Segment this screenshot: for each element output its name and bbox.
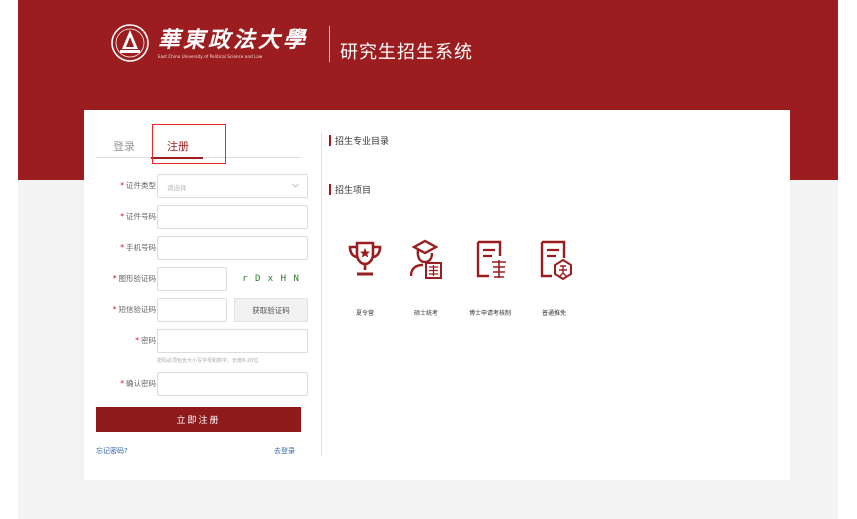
id-type-select[interactable]: 请选择 — [157, 174, 308, 198]
trophy-icon — [348, 241, 382, 276]
projects-title: 招生项目 — [335, 186, 372, 196]
master-exam-icon — [409, 239, 442, 279]
university-logo[interactable]: 華東政法大學 East China University of Politica… — [110, 18, 308, 68]
password-row: * 密码 — [96, 329, 316, 353]
chevron-down-icon — [292, 183, 299, 188]
summer-camp-item[interactable]: 夏令营 — [330, 238, 400, 317]
password-hint: 密码必须包含大小写字母和数字，长度8-20位 — [157, 358, 259, 364]
register-panel: 登录 注册 * 证件类型 请选择 * 证件号码 * 手机号码 * 图形验证码 r… — [96, 110, 316, 480]
summer-camp-label: 夏令营 — [355, 310, 374, 317]
id-number-input[interactable] — [157, 205, 308, 229]
master-exam-label: 硕士统考 — [413, 310, 438, 317]
confirm-password-input[interactable] — [157, 372, 308, 396]
master-exam-item[interactable]: 硕士统考 — [391, 238, 461, 317]
recommendation-item[interactable]: 普通推免 — [519, 238, 589, 317]
register-submit-button[interactable]: 立即注册 — [96, 407, 301, 432]
captcha-row: * 图形验证码 r D x H N — [96, 267, 316, 291]
forgot-password-link[interactable]: 忘记密码? — [96, 446, 128, 456]
panel-divider — [321, 132, 322, 456]
sms-row: * 短信验证码 获取验证码 — [96, 298, 316, 322]
main-card: 登录 注册 * 证件类型 请选择 * 证件号码 * 手机号码 * 图形验证码 r… — [84, 110, 790, 480]
university-emblem-icon — [111, 24, 149, 62]
doctoral-application-icon — [476, 240, 506, 278]
captcha-label: 图形验证码 — [118, 274, 157, 283]
get-sms-code-button[interactable]: 获取验证码 — [234, 298, 308, 322]
phone-row: * 手机号码 — [96, 236, 316, 260]
doctoral-application-label: 博士申请考核制 — [468, 310, 511, 317]
doctoral-application-item[interactable]: 博士申请考核制 — [455, 238, 525, 317]
id-type-label: 证件类型 — [126, 181, 156, 190]
university-name-en: East China University of Political Scien… — [158, 53, 263, 59]
id-number-row: * 证件号码 — [96, 205, 316, 229]
phone-input[interactable] — [157, 236, 308, 260]
header-divider — [329, 26, 330, 62]
recommendation-label: 普通推免 — [541, 310, 566, 317]
password-input[interactable] — [157, 329, 308, 353]
sms-code-input[interactable] — [157, 298, 227, 322]
catalog-title: 招生专业目录 — [335, 137, 390, 147]
admissions-panel: 招生专业目录 招生项目 夏令营 硕士统考 博士申请考核制 普通推免 — [329, 110, 779, 480]
id-type-row: * 证件类型 请选择 — [96, 174, 316, 198]
id-number-label: 证件号码 — [126, 212, 156, 221]
catalog-heading[interactable]: 招生专业目录 — [329, 134, 389, 147]
projects-heading: 招生项目 — [329, 183, 371, 196]
sms-label: 短信验证码 — [118, 305, 157, 314]
page-background: 華東政法大學 East China University of Politica… — [18, 0, 838, 519]
confirm-password-row: * 确认密码 — [96, 372, 316, 396]
captcha-input[interactable] — [157, 267, 227, 291]
password-label: 密码 — [141, 336, 156, 345]
system-title: 研究生招生系统 — [340, 42, 473, 63]
tab-login[interactable]: 登录 — [113, 138, 135, 154]
recommendation-exemption-icon — [540, 240, 572, 280]
register-tab-highlight — [152, 124, 226, 164]
confirm-password-label: 确认密码 — [126, 379, 156, 388]
phone-label: 手机号码 — [126, 243, 156, 252]
university-name-cn: 華東政法大學 — [158, 26, 309, 53]
go-login-link[interactable]: 去登录 — [274, 446, 295, 456]
captcha-image[interactable]: r D x H N — [234, 267, 308, 291]
